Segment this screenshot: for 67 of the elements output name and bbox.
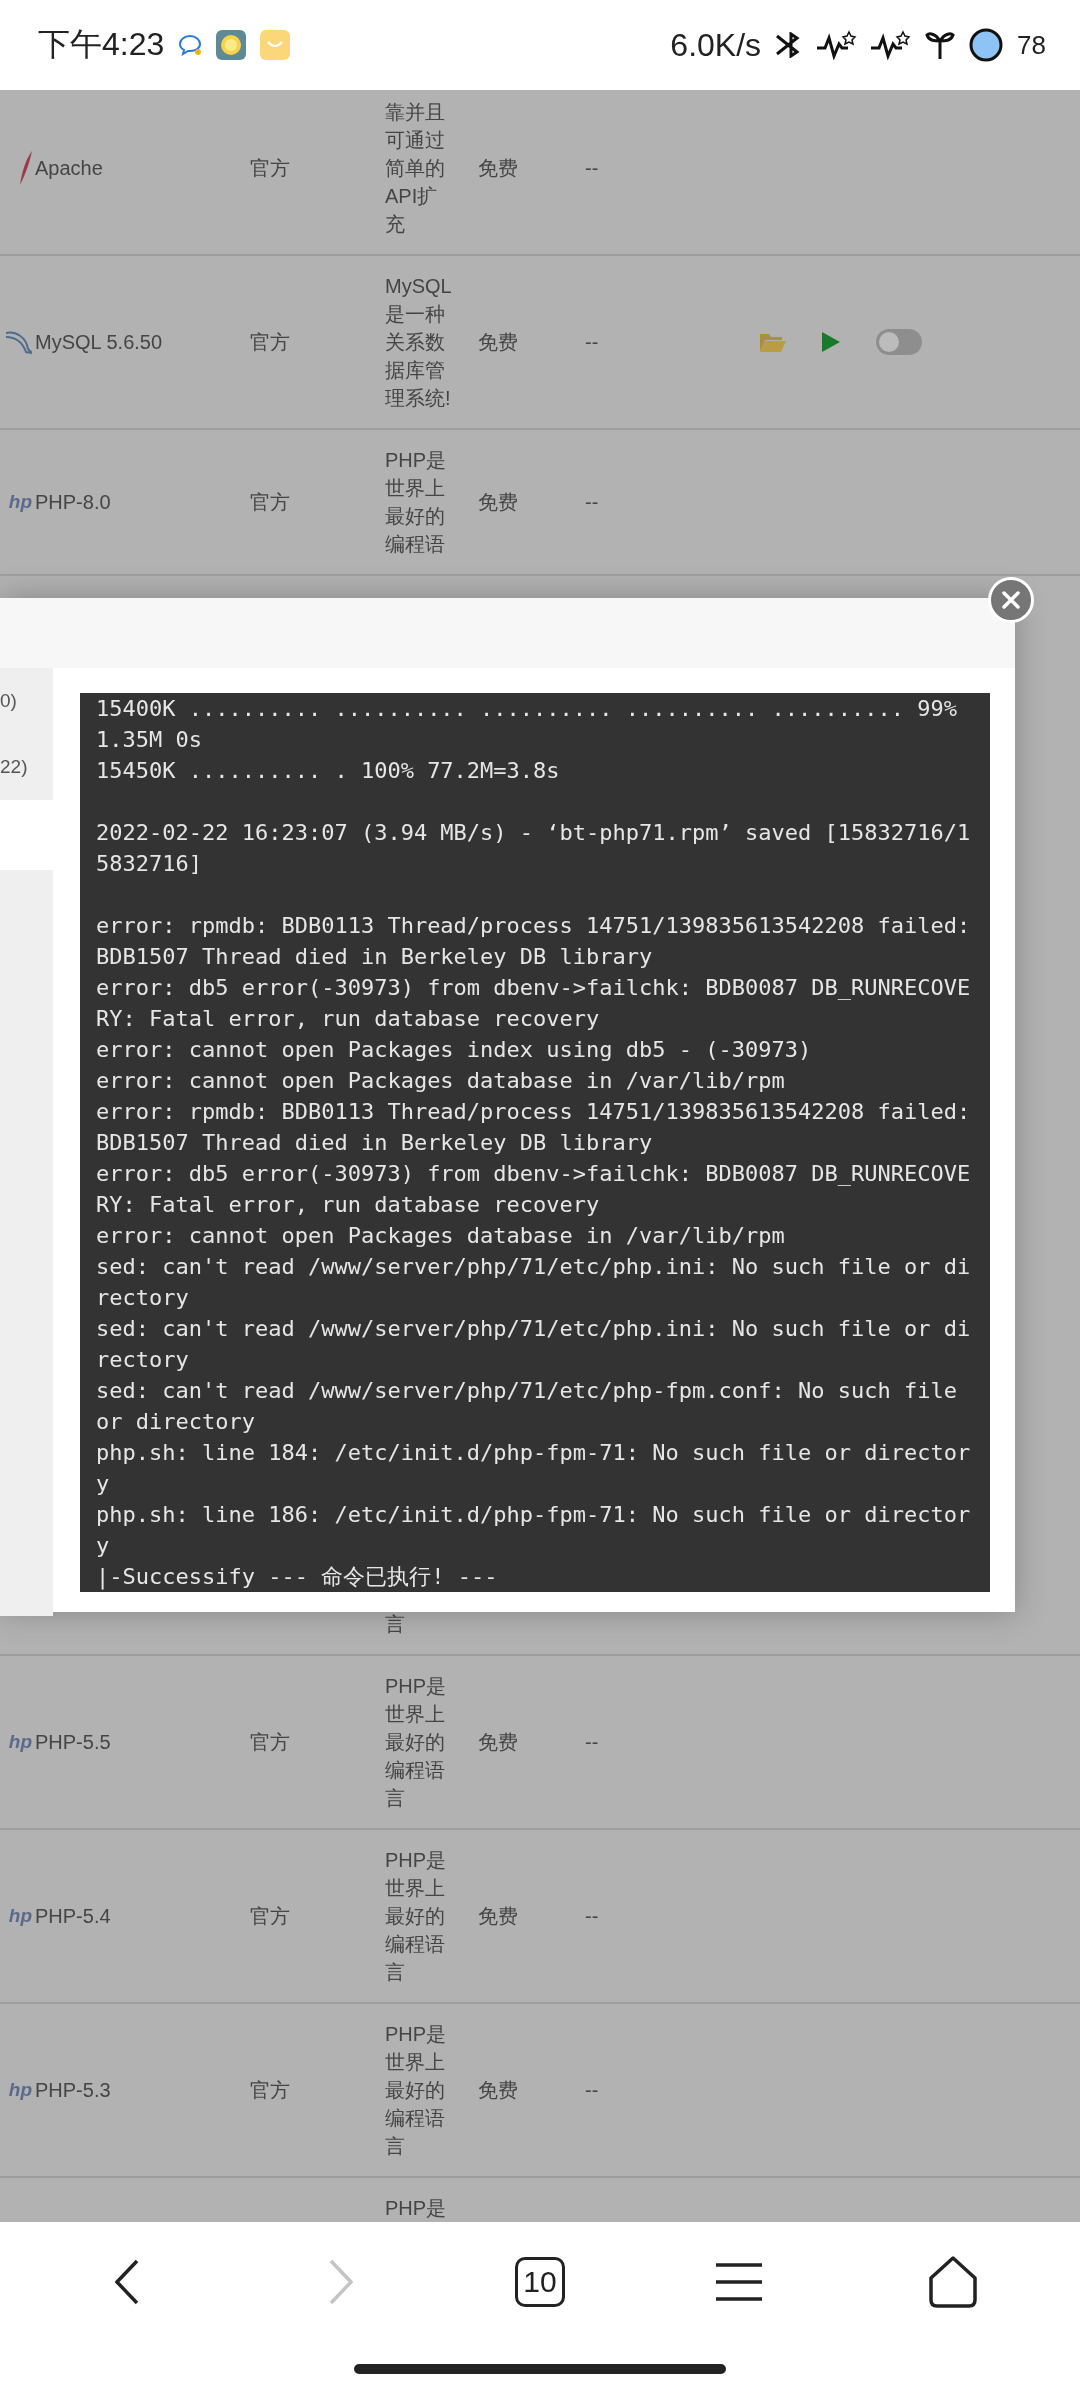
chevron-right-icon bbox=[329, 2259, 353, 2305]
lemon-app-icon bbox=[216, 30, 247, 60]
expiry-text: -- bbox=[585, 1904, 599, 1927]
price-text: 免费 bbox=[478, 490, 518, 513]
log-line: 2022-02-22 16:23:07 (3.94 MB/s) - ‘bt-php71.rpm’ saved [15832716/15832716] bbox=[96, 819, 971, 878]
php-logo: hp bbox=[8, 491, 32, 513]
close-icon bbox=[1001, 590, 1021, 610]
price-text: 免费 bbox=[478, 2078, 518, 2101]
log-line: error: cannot open Packages index using db5 - (-30973) bbox=[96, 1036, 813, 1064]
battery-icon bbox=[969, 28, 1004, 62]
play-icon[interactable] bbox=[822, 332, 840, 352]
source-text: 官方 bbox=[250, 156, 290, 179]
home-icon bbox=[928, 2256, 978, 2308]
chat-icon bbox=[178, 34, 203, 56]
log-line: 15450K .......... . 100% 77.2M=3.8s bbox=[96, 757, 561, 785]
expiry-text: -- bbox=[585, 490, 599, 513]
tabs-button[interactable]: 10 bbox=[515, 2257, 565, 2307]
description-text: PHP是世界上最好的编程语言 bbox=[385, 1848, 448, 1985]
log-line: error: cannot open Packages database in /var/lib/rpm bbox=[96, 1067, 786, 1095]
mail-app-icon bbox=[260, 30, 291, 60]
log-line: |-Successify --- 命令已执行! --- bbox=[96, 1563, 499, 1592]
signal-icon bbox=[871, 30, 912, 60]
price-text: 免费 bbox=[478, 330, 518, 353]
source-text: 官方 bbox=[250, 1904, 290, 1927]
battery-level: 78 bbox=[1017, 29, 1046, 61]
clock-time: 下午4:23 bbox=[38, 25, 165, 64]
source-text: 官方 bbox=[250, 490, 290, 513]
expiry-text: -- bbox=[585, 2078, 599, 2101]
log-line: error: cannot open Packages database in /var/lib/rpm bbox=[96, 1222, 786, 1250]
source-text: 官方 bbox=[250, 330, 290, 353]
toggle-switch[interactable] bbox=[876, 329, 922, 355]
description-text: 靠并且可通过简单的API扩充 bbox=[385, 100, 446, 237]
description-text: PHP是世界上最好的编程语言 bbox=[385, 2022, 448, 2159]
software-name: Apache bbox=[35, 156, 103, 179]
software-name: PHP-5.3 bbox=[35, 2078, 111, 2101]
software-name: PHP-5.4 bbox=[35, 1904, 111, 1927]
software-name: PHP-8.0 bbox=[35, 490, 111, 513]
feather-icon bbox=[18, 151, 32, 185]
description-text: MySQL是一种关系数据库管理系统! bbox=[385, 274, 452, 411]
php-logo: hp bbox=[8, 2079, 32, 2101]
php-logo: hp bbox=[8, 1731, 32, 1753]
description-text: 言 bbox=[385, 1612, 406, 1637]
sidebar-item[interactable]: 0) bbox=[0, 690, 53, 712]
expiry-text: -- bbox=[585, 330, 599, 353]
expiry-text: -- bbox=[585, 1730, 599, 1753]
menu-icon bbox=[714, 2262, 764, 2302]
log-line: 1.35M 0s bbox=[96, 726, 203, 754]
software-name: PHP-5.5 bbox=[35, 1730, 111, 1753]
php-logo: hp bbox=[8, 1905, 32, 1927]
folder-icon[interactable] bbox=[760, 332, 786, 352]
description-text: PHP是世界上最好的编程语 bbox=[385, 448, 448, 557]
chevron-left-icon bbox=[115, 2259, 139, 2305]
description-text: PHP是世界上最好的编程语言 bbox=[385, 1674, 448, 1811]
software-name: MySQL 5.6.50 bbox=[35, 330, 163, 353]
price-text: 免费 bbox=[478, 1730, 518, 1753]
log-line: 15400K .......... .......... .......... .......... .......... 99% bbox=[96, 695, 958, 723]
source-text: 官方 bbox=[250, 2078, 290, 2101]
price-text: 免费 bbox=[478, 156, 518, 179]
description-text: PHP是 bbox=[385, 2196, 448, 2221]
expiry-text: -- bbox=[585, 156, 599, 179]
signal-icon bbox=[817, 30, 858, 60]
sidebar-item[interactable]: 22) bbox=[0, 756, 53, 778]
source-text: 官方 bbox=[250, 1730, 290, 1753]
network-speed: 6.0K/s bbox=[670, 26, 762, 64]
sprout-icon bbox=[925, 29, 956, 61]
log-line: php.sh: line 186: /etc/init.d/php-fpm-71: No such file or directory bbox=[96, 1501, 971, 1560]
price-text: 免费 bbox=[478, 1904, 518, 1927]
